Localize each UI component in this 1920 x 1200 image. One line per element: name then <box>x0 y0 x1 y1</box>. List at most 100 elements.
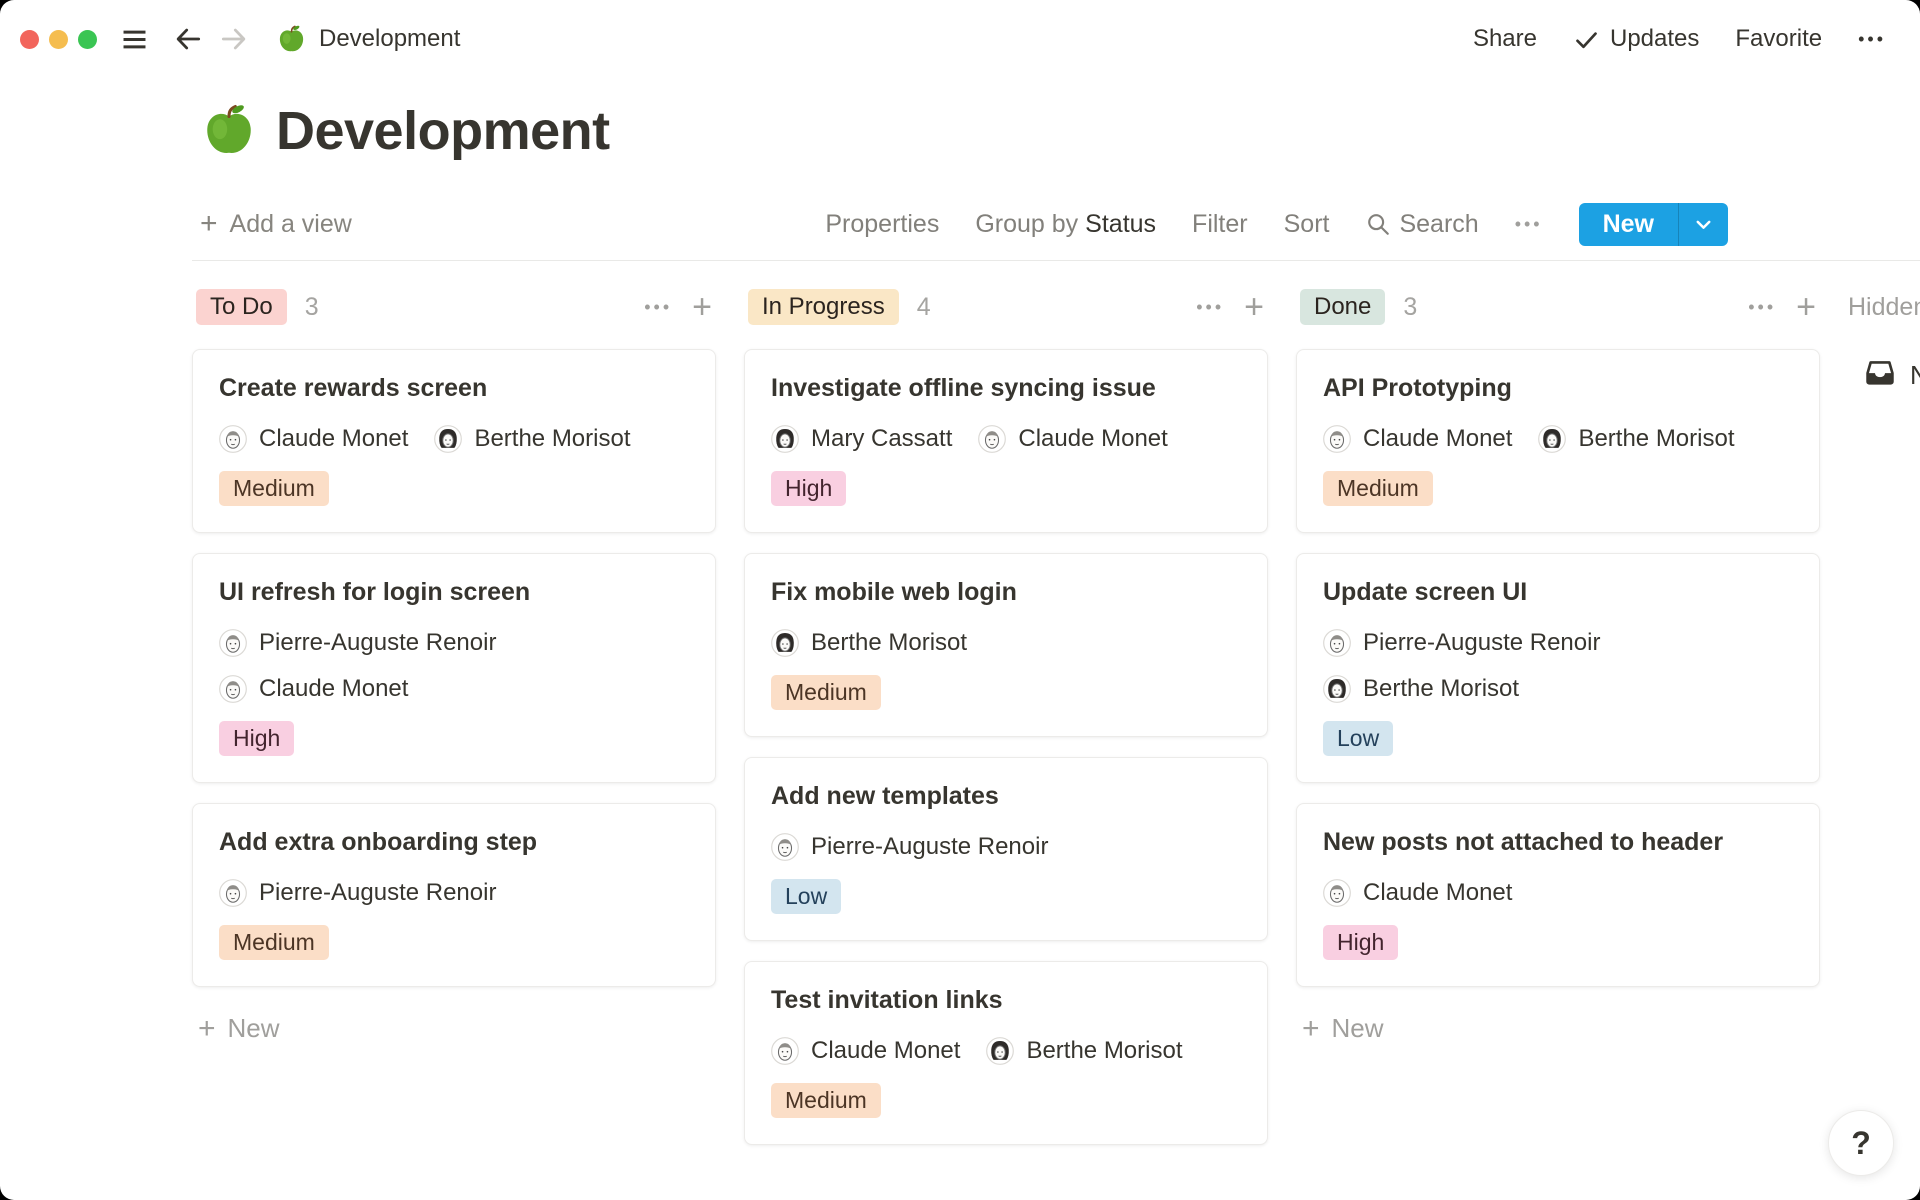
woman-portrait-avatar <box>1538 425 1566 453</box>
card-title: Add new templates <box>771 782 1241 811</box>
traffic-lights <box>20 30 97 49</box>
assignee[interactable]: Claude Monet <box>219 425 408 453</box>
column-cards: Investigate offline syncing issue Mary C… <box>744 349 1268 1145</box>
assignee-name: Claude Monet <box>259 425 408 453</box>
column-count: 4 <box>917 293 931 322</box>
sidebar-toggle-icon[interactable] <box>119 24 150 55</box>
priority-badge: Medium <box>1323 471 1433 506</box>
column-status-badge[interactable]: In Progress <box>748 289 899 325</box>
kanban-card[interactable]: New posts not attached to header Claude … <box>1296 803 1820 987</box>
assignee[interactable]: Pierre-Auguste Renoir <box>219 879 496 907</box>
column-new-button[interactable]: + New <box>1296 1007 1820 1050</box>
card-title: Update screen UI <box>1323 578 1793 607</box>
assignee[interactable]: Pierre-Auguste Renoir <box>771 833 1048 861</box>
assignee[interactable]: Pierre-Auguste Renoir <box>219 629 496 657</box>
assignee[interactable]: Berthe Morisot <box>1538 425 1734 453</box>
zoom-window-button[interactable] <box>78 30 97 49</box>
column-add-card-icon[interactable]: + <box>1796 290 1816 324</box>
assignee[interactable]: Berthe Morisot <box>434 425 630 453</box>
kanban-card[interactable]: UI refresh for login screen Pierre-Augus… <box>192 553 716 783</box>
card-assignees: Pierre-Auguste Renoir <box>771 833 1241 861</box>
assignee-name: Berthe Morisot <box>1363 675 1519 703</box>
assignee[interactable]: Claude Monet <box>771 1037 960 1065</box>
minimize-window-button[interactable] <box>49 30 68 49</box>
properties-button[interactable]: Properties <box>825 210 939 239</box>
hidden-columns-label[interactable]: Hidden <box>1848 293 1920 322</box>
assignee[interactable]: Claude Monet <box>1323 425 1512 453</box>
assignee[interactable]: Berthe Morisot <box>986 1037 1182 1065</box>
search-button[interactable]: Search <box>1365 210 1478 239</box>
assignee-name: Pierre-Auguste Renoir <box>259 629 496 657</box>
priority-badge: Low <box>1323 721 1393 756</box>
add-view-button[interactable]: + Add a view <box>200 209 352 239</box>
assignee[interactable]: Claude Monet <box>978 425 1167 453</box>
card-assignees: Mary Cassatt Claude Monet <box>771 425 1241 453</box>
assignee[interactable]: Claude Monet <box>1323 879 1512 907</box>
kanban-card[interactable]: Fix mobile web login Berthe Morisot Medi… <box>744 553 1268 737</box>
assignee-name: Pierre-Auguste Renoir <box>1363 629 1600 657</box>
man-portrait-avatar <box>219 879 247 907</box>
hidden-columns-panel: Hidden No Status <box>1848 289 1920 395</box>
column-status-badge[interactable]: To Do <box>196 289 287 325</box>
priority-badge: Medium <box>219 925 329 960</box>
kanban-card[interactable]: Create rewards screen Claude Monet Berth… <box>192 349 716 533</box>
card-assignees: Pierre-Auguste Renoir <box>219 879 689 907</box>
more-options-icon[interactable]: ••• <box>1858 29 1886 50</box>
column-new-button[interactable]: + New <box>192 1007 716 1050</box>
new-dropdown-button[interactable] <box>1679 203 1728 246</box>
plus-icon: + <box>200 209 218 239</box>
assignee[interactable]: Pierre-Auguste Renoir <box>1323 629 1600 657</box>
kanban-card[interactable]: Investigate offline syncing issue Mary C… <box>744 349 1268 533</box>
board-column: To Do 3 ••• + Create rewards screen Clau… <box>192 289 716 1050</box>
priority-badge: Medium <box>771 1083 881 1118</box>
column-options-icon[interactable]: ••• <box>644 297 672 318</box>
column-options-icon[interactable]: ••• <box>1196 297 1224 318</box>
column-add-card-icon[interactable]: + <box>1244 290 1264 324</box>
updates-button[interactable]: Updates <box>1573 25 1699 53</box>
column-add-card-icon[interactable]: + <box>692 290 712 324</box>
breadcrumb[interactable]: Development <box>276 24 460 55</box>
close-window-button[interactable] <box>20 30 39 49</box>
board: To Do 3 ••• + Create rewards screen Clau… <box>0 261 1920 1165</box>
kanban-card[interactable]: Add extra onboarding step Pierre-Auguste… <box>192 803 716 987</box>
column-options-icon[interactable]: ••• <box>1748 297 1776 318</box>
card-assignees: Pierre-Auguste Renoir Berthe Morisot <box>1323 629 1793 703</box>
page-green-apple-icon[interactable] <box>200 102 258 160</box>
assignee[interactable]: Claude Monet <box>219 675 408 703</box>
assignee-name: Claude Monet <box>1363 879 1512 907</box>
hidden-group-no-status[interactable]: No Status <box>1864 356 1920 395</box>
card-title: New posts not attached to header <box>1323 828 1793 857</box>
kanban-card[interactable]: Add new templates Pierre-Auguste Renoir … <box>744 757 1268 941</box>
app-window: Development Share Updates Favorite ••• D… <box>0 0 1920 1200</box>
view-toolbar: + Add a view Properties Group byStatus F… <box>0 198 1920 250</box>
kanban-card[interactable]: API Prototyping Claude Monet Berthe Mori… <box>1296 349 1820 533</box>
card-assignees: Berthe Morisot <box>771 629 1241 657</box>
assignee[interactable]: Mary Cassatt <box>771 425 952 453</box>
filter-button[interactable]: Filter <box>1192 210 1248 239</box>
new-button[interactable]: New <box>1579 203 1678 246</box>
card-title: UI refresh for login screen <box>219 578 689 607</box>
inbox-icon <box>1864 356 1896 395</box>
column-status-badge[interactable]: Done <box>1300 289 1385 325</box>
sort-button[interactable]: Sort <box>1284 210 1330 239</box>
assignee[interactable]: Berthe Morisot <box>771 629 967 657</box>
column-cards: API Prototyping Claude Monet Berthe Mori… <box>1296 349 1820 987</box>
help-button[interactable]: ? <box>1828 1110 1894 1176</box>
group-by-button[interactable]: Group byStatus <box>975 210 1156 239</box>
back-arrow-icon[interactable] <box>172 23 204 55</box>
share-button[interactable]: Share <box>1473 25 1537 53</box>
man-portrait-avatar <box>1323 879 1351 907</box>
favorite-button[interactable]: Favorite <box>1735 25 1822 53</box>
kanban-card[interactable]: Update screen UI Pierre-Auguste Renoir B… <box>1296 553 1820 783</box>
assignee[interactable]: Berthe Morisot <box>1323 675 1519 703</box>
assignee-name: Berthe Morisot <box>1026 1037 1182 1065</box>
card-title: API Prototyping <box>1323 374 1793 403</box>
forward-arrow-icon[interactable] <box>218 23 250 55</box>
view-more-options-icon[interactable]: ••• <box>1515 214 1543 235</box>
priority-badge: Medium <box>219 471 329 506</box>
card-title: Fix mobile web login <box>771 578 1241 607</box>
column-count: 3 <box>305 293 319 322</box>
green-apple-icon <box>276 24 307 55</box>
kanban-card[interactable]: Test invitation links Claude Monet Berth… <box>744 961 1268 1145</box>
checkmark-icon <box>1573 26 1600 53</box>
